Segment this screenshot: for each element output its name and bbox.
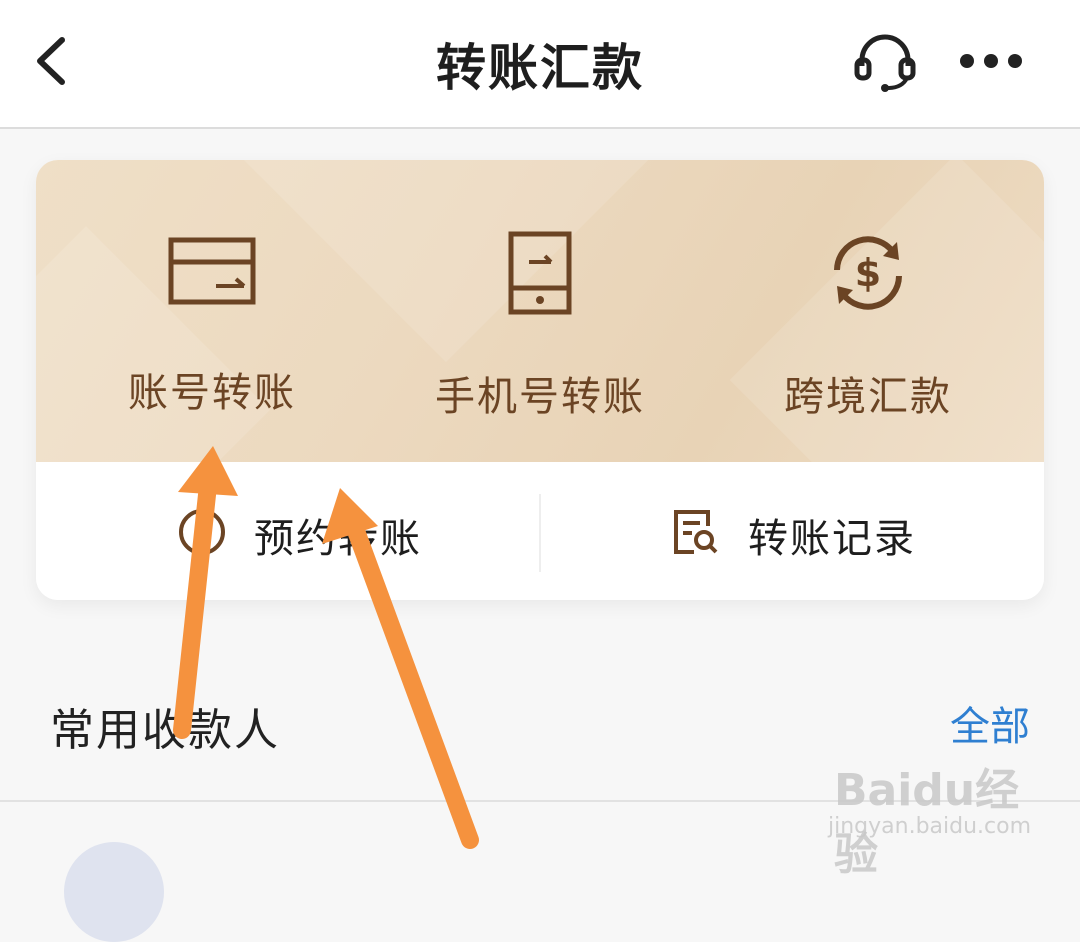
annotation-arrow-scheduled-transfer — [322, 488, 479, 849]
annotation-arrow-account-transfer — [173, 446, 238, 739]
annotation-arrows — [173, 446, 479, 849]
